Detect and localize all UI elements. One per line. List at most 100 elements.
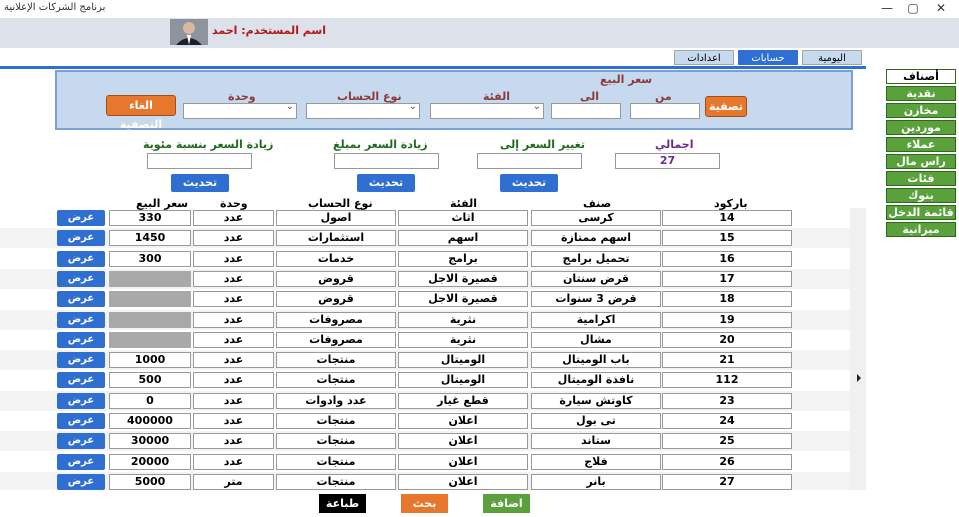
cell-item[interactable]: تحميل برامج xyxy=(531,250,661,267)
cell-account-type[interactable]: قروض xyxy=(276,291,396,308)
cell-account-type[interactable]: اصول xyxy=(276,210,396,226)
cell-price[interactable]: 0 xyxy=(109,392,191,409)
cell-unit[interactable]: عدد xyxy=(193,372,274,389)
cell-price[interactable]: 400000 xyxy=(109,413,191,429)
cell-account-type[interactable]: مصروفات xyxy=(276,311,396,328)
cell-unit[interactable]: عدد xyxy=(193,230,274,247)
cell-price[interactable]: 20000 xyxy=(109,453,191,470)
tab-settings[interactable]: اعدادات xyxy=(674,50,734,65)
view-button[interactable]: عرض xyxy=(57,291,105,308)
view-button[interactable]: عرض xyxy=(57,250,105,267)
cell-unit[interactable]: متر xyxy=(193,473,274,490)
cell-category[interactable]: قطع غيار xyxy=(398,392,528,409)
cell-price[interactable] xyxy=(109,331,191,348)
update-change-to-button[interactable]: تحديث xyxy=(500,174,558,192)
cell-unit[interactable]: عدد xyxy=(193,311,274,328)
cell-category[interactable]: نثرية xyxy=(398,311,528,328)
cell-account-type[interactable]: خدمات xyxy=(276,250,396,267)
view-button[interactable]: عرض xyxy=(57,270,105,287)
view-button[interactable]: عرض xyxy=(57,413,105,429)
cell-account-type[interactable]: منتجات xyxy=(276,413,396,429)
filter-button[interactable]: تصفية xyxy=(705,96,747,117)
cell-category[interactable]: اعلان xyxy=(398,473,528,490)
cell-account-type[interactable]: قروض xyxy=(276,270,396,287)
view-button[interactable]: عرض xyxy=(57,311,105,328)
cell-category[interactable]: نثرية xyxy=(398,331,528,348)
sidebar-item-cash[interactable]: نقدية xyxy=(886,86,956,101)
cell-unit[interactable]: عدد xyxy=(193,413,274,429)
increase-percent-input[interactable] xyxy=(147,153,252,169)
price-from-input[interactable] xyxy=(630,103,700,119)
cell-item[interactable]: مشال xyxy=(531,331,661,348)
sidebar-item-suppliers[interactable]: موردين xyxy=(886,120,956,135)
tab-accounts[interactable]: حسابات xyxy=(738,50,798,65)
add-button[interactable]: اضافة xyxy=(483,494,530,513)
cell-item[interactable]: ستاند xyxy=(531,433,661,450)
cell-account-type[interactable]: منتجات xyxy=(276,433,396,450)
price-to-input[interactable] xyxy=(551,103,621,119)
cell-item[interactable]: كرسى xyxy=(531,210,661,226)
sidebar-item-income-statement[interactable]: قائمة الدخل xyxy=(886,205,956,220)
cell-item[interactable]: قرض 3 سنوات xyxy=(531,291,661,308)
cell-category[interactable]: برامج xyxy=(398,250,528,267)
cell-category[interactable]: اعلان xyxy=(398,413,528,429)
print-button[interactable]: طباعة xyxy=(319,494,366,513)
view-button[interactable]: عرض xyxy=(57,230,105,247)
sidebar-item-items[interactable]: أصناف xyxy=(886,69,956,84)
close-button[interactable]: ✕ xyxy=(926,1,956,15)
cell-barcode[interactable]: 21 xyxy=(662,352,792,369)
cell-account-type[interactable]: استثمارات xyxy=(276,230,396,247)
cell-unit[interactable]: عدد xyxy=(193,270,274,287)
cell-price[interactable] xyxy=(109,270,191,287)
view-button[interactable]: عرض xyxy=(57,473,105,490)
cell-category[interactable]: قصيرة الاجل xyxy=(398,270,528,287)
cell-item[interactable]: فلاج xyxy=(531,453,661,470)
table-scrollbar[interactable] xyxy=(850,208,866,495)
view-button[interactable]: عرض xyxy=(57,372,105,389)
sidebar-item-categories[interactable]: فئات xyxy=(886,171,956,186)
cell-unit[interactable]: عدد xyxy=(193,453,274,470)
cell-barcode[interactable]: 16 xyxy=(662,250,792,267)
cell-account-type[interactable]: منتجات xyxy=(276,372,396,389)
cell-barcode[interactable]: 25 xyxy=(662,433,792,450)
cell-item[interactable]: اسهم ممتازة xyxy=(531,230,661,247)
cell-barcode[interactable]: 24 xyxy=(662,413,792,429)
cell-unit[interactable]: عدد xyxy=(193,331,274,348)
view-button[interactable]: عرض xyxy=(57,210,105,226)
cell-barcode[interactable]: 14 xyxy=(662,210,792,226)
cell-category[interactable]: اثاث xyxy=(398,210,528,226)
cell-barcode[interactable]: 23 xyxy=(662,392,792,409)
tab-daily[interactable]: اليومية xyxy=(802,50,862,65)
view-button[interactable]: عرض xyxy=(57,331,105,348)
cell-price[interactable]: 5000 xyxy=(109,473,191,490)
cell-unit[interactable]: عدد xyxy=(193,433,274,450)
cell-category[interactable]: اسهم xyxy=(398,230,528,247)
search-button[interactable]: بحث xyxy=(401,494,448,513)
sidebar-item-banks[interactable]: بنوك xyxy=(886,188,956,203)
increase-amount-input[interactable] xyxy=(334,153,439,169)
cell-barcode[interactable]: 19 xyxy=(662,311,792,328)
view-button[interactable]: عرض xyxy=(57,433,105,450)
sidebar-item-capital[interactable]: راس مال xyxy=(886,154,956,169)
sidebar-item-balance-sheet[interactable]: ميزانية xyxy=(886,222,956,237)
cell-price[interactable]: 1450 xyxy=(109,230,191,247)
cell-unit[interactable]: عدد xyxy=(193,352,274,369)
cell-account-type[interactable]: عدد وادوات xyxy=(276,392,396,409)
cell-category[interactable]: اعلان xyxy=(398,433,528,450)
view-button[interactable]: عرض xyxy=(57,352,105,369)
cell-barcode[interactable]: 26 xyxy=(662,453,792,470)
cell-price[interactable]: 1000 xyxy=(109,352,191,369)
cell-unit[interactable]: عدد xyxy=(193,392,274,409)
cell-account-type[interactable]: مصروفات xyxy=(276,331,396,348)
update-increase-percent-button[interactable]: تحديث xyxy=(171,174,229,192)
sidebar-item-stores[interactable]: مخازن xyxy=(886,103,956,118)
cell-account-type[interactable]: منتجات xyxy=(276,453,396,470)
cell-barcode[interactable]: 18 xyxy=(662,291,792,308)
change-to-input[interactable] xyxy=(477,153,582,169)
update-increase-amount-button[interactable]: تحديث xyxy=(357,174,415,192)
cell-price[interactable]: 500 xyxy=(109,372,191,389)
account-type-select[interactable] xyxy=(306,101,420,119)
unit-select[interactable] xyxy=(183,101,297,119)
cell-item[interactable]: اكرامية xyxy=(531,311,661,328)
cell-price[interactable] xyxy=(109,311,191,328)
